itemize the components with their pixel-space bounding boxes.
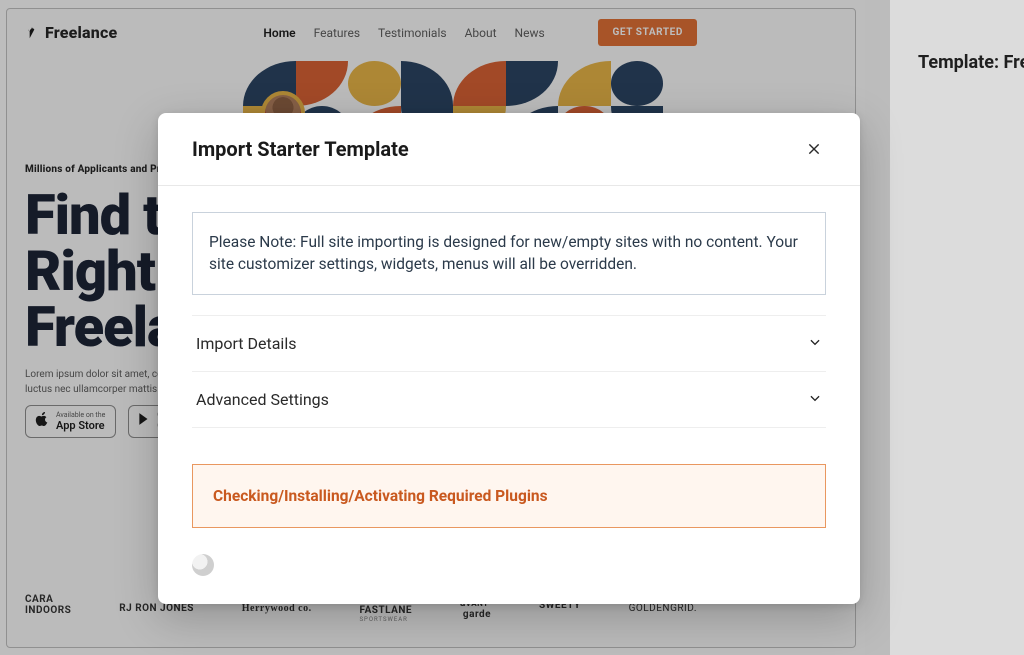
modal-header: Import Starter Template xyxy=(158,113,860,186)
brand-2: RJ RON JONES xyxy=(119,603,194,614)
site-nav: Home Features Testimonials About News xyxy=(263,26,544,40)
import-status-box: Checking/Installing/Activating Required … xyxy=(192,464,826,528)
chevron-down-icon xyxy=(808,390,822,409)
brand-7: GOLDENGRID. xyxy=(629,603,697,614)
import-starter-template-modal: Import Starter Template Please Note: Ful… xyxy=(158,113,860,604)
advanced-settings-label: Advanced Settings xyxy=(196,390,329,409)
accordion: Import Details Advanced Settings xyxy=(192,315,826,428)
nav-home[interactable]: Home xyxy=(263,26,295,40)
nav-features[interactable]: Features xyxy=(314,26,360,40)
get-started-button[interactable]: GET STARTED xyxy=(598,19,697,46)
modal-title: Import Starter Template xyxy=(192,137,409,161)
nav-about[interactable]: About xyxy=(465,26,497,40)
brand-1: CARAINDOORS xyxy=(25,594,71,623)
app-store-small: Available on the xyxy=(56,411,105,419)
google-play-icon xyxy=(137,411,151,432)
site-brand: Freelance xyxy=(45,23,117,42)
import-details-section[interactable]: Import Details xyxy=(192,315,826,371)
brand-3: Herrywood co. xyxy=(242,603,312,614)
modal-body: Please Note: Full site importing is desi… xyxy=(158,186,860,604)
chevron-down-icon xyxy=(808,334,822,353)
right-sidebar: Template: Freelance xyxy=(890,0,1024,655)
import-note: Please Note: Full site importing is desi… xyxy=(192,212,826,295)
site-logo xyxy=(25,24,39,42)
close-button[interactable] xyxy=(802,137,826,161)
template-name-label: Template: Freelance xyxy=(918,52,1024,73)
advanced-settings-section[interactable]: Advanced Settings xyxy=(192,371,826,428)
apple-icon xyxy=(34,410,50,433)
progress-indicator xyxy=(192,554,214,576)
app-store-badge[interactable]: Available on the App Store xyxy=(25,405,116,438)
app-store-big: App Store xyxy=(56,419,105,432)
nav-news[interactable]: News xyxy=(515,26,545,40)
nav-testimonials[interactable]: Testimonials xyxy=(378,26,447,40)
close-icon xyxy=(807,142,821,156)
import-status-text: Checking/Installing/Activating Required … xyxy=(213,487,805,505)
site-header: Freelance Home Features Testimonials Abo… xyxy=(7,9,855,56)
import-details-label: Import Details xyxy=(196,334,296,353)
